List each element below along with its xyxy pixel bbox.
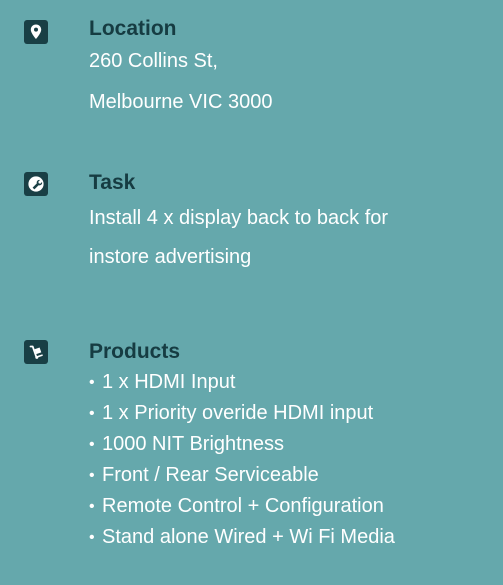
task-heading: Task (89, 171, 136, 194)
location-line-2: Melbourne VIC 3000 (89, 91, 273, 113)
task-line-1: Install 4 x display back to back for (89, 207, 389, 229)
location-heading: Location (89, 17, 177, 40)
map-pin-icon (24, 20, 48, 44)
products-heading: Products (89, 340, 181, 363)
wrench-icon (24, 172, 48, 196)
product-item: 1 x Priority overide HDMI input (89, 398, 395, 429)
products-list: 1 x HDMI Input 1 x Priority overide HDMI… (89, 367, 395, 553)
task-line-2: instore advertising (89, 246, 252, 268)
product-item: Remote Control + Configuration (89, 491, 395, 522)
product-item: Stand alone Wired + Wi Fi Media (89, 522, 395, 553)
location-line-1: 260 Collins St, (89, 50, 218, 72)
product-item: 1000 NIT Brightness (89, 429, 395, 460)
product-item: 1 x HDMI Input (89, 367, 395, 398)
hand-truck-icon (24, 340, 48, 364)
product-item: Front / Rear Serviceable (89, 460, 395, 491)
